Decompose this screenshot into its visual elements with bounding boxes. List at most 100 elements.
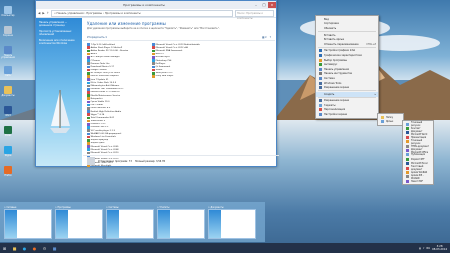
program-name: WinDjView 2.0.2 <box>155 72 173 75</box>
sidebar-link-home[interactable]: Панель управления — домашняя страница <box>39 21 79 27</box>
programs-toolbar: Упорядочить ▾ ▦ ▾ ? <box>83 34 275 41</box>
program-name: AIMP3 <box>90 53 97 56</box>
program-name: Punto Switcher 4.0 <box>90 107 111 110</box>
program-name: Realtek High Definition Audio <box>90 110 122 113</box>
context-menu-item[interactable]: Обновить <box>316 26 378 31</box>
page-subtitle: Для удаления программы выберите ее в спи… <box>87 27 220 30</box>
browser-icon[interactable]: ● <box>20 244 29 252</box>
context-menu-item[interactable]: Разрешение экрана <box>316 85 378 90</box>
sidebar-link-features[interactable]: Включение или отключение компонентов Win… <box>39 39 79 45</box>
menu-item-icon <box>406 179 409 183</box>
program-name: ATI Catalyst Install Manager <box>90 56 120 59</box>
view-options-icon[interactable]: ▦ ▾ <box>262 36 267 39</box>
trash-icon <box>4 26 12 34</box>
menu-item-icon <box>319 72 322 76</box>
desktop-icon-firefox[interactable]: Firefox <box>2 166 14 182</box>
menu-item-label: Настройки графики Intel <box>324 49 356 53</box>
thumbnail[interactable]: ▫ Системы <box>106 205 154 239</box>
forward-icon[interactable]: ▶ <box>42 11 44 15</box>
thumbnail[interactable]: ▫ Документы <box>208 205 256 239</box>
minimize-button[interactable]: – <box>252 2 260 8</box>
help-icon[interactable]: ? <box>270 36 271 39</box>
menu-item-icon <box>381 120 384 124</box>
menu-item-icon <box>406 162 409 166</box>
sidebar-link-updates[interactable]: Просмотр установленных обновлений <box>39 30 79 36</box>
desktop-icon-computer[interactable]: Компьютер <box>1 6 15 22</box>
up-icon[interactable]: ↑ <box>47 11 50 15</box>
menu-item-icon <box>319 113 322 117</box>
menu-item-icon <box>319 49 322 53</box>
menu-item-icon <box>319 93 322 96</box>
context-menu-item[interactable]: Настройки экрана <box>316 112 378 117</box>
menu-item-label: Публикация <box>411 153 425 157</box>
window-thumbnails: ▫ Сетевые ▫ Программы ▫ Системы ▫ Утилиты ▫ Д… <box>0 202 265 242</box>
menu-item-label: Создать <box>324 92 335 96</box>
desktop-icon-documents[interactable]: Документы <box>1 86 15 102</box>
thumbnail[interactable]: ▫ Сетевые <box>4 205 52 239</box>
back-icon[interactable]: ◀ <box>38 11 40 15</box>
program-name: Skype™ 6.14 <box>90 113 105 116</box>
maximize-button[interactable]: □ <box>260 2 268 8</box>
programs-column-1: 7-Zip 9.20 (x64 edition) Adobe Flash Play… <box>87 43 149 168</box>
menu-item-label: Система <box>324 76 335 80</box>
program-row[interactable]: Unity Web Player <box>152 75 214 78</box>
desktop-icon-network[interactable]: Сеть <box>2 66 14 82</box>
window-sidebar: Панель управления — домашняя страница Пр… <box>36 18 82 166</box>
control-panel-taskbar-icon[interactable]: ■ <box>50 244 59 252</box>
program-name: Microsoft XNA Framework <box>155 49 183 52</box>
media-icon[interactable]: ● <box>30 244 39 252</box>
menu-item-label: Пакет PDF <box>411 179 423 183</box>
network-icon <box>4 66 12 74</box>
program-name: Google Chrome <box>90 69 107 72</box>
program-name: Total Commander 8.01 <box>90 116 115 119</box>
context-menu-item[interactable]: Отменить переименование CTRL+Z <box>316 42 378 47</box>
menu-item-label: Вставить <box>324 33 336 37</box>
program-name: Unlocker 1.9.2 <box>90 123 106 126</box>
program-name: Nero 12 <box>155 53 164 56</box>
program-name: Adobe Reader XI (11.0.06) - Russian <box>90 49 129 52</box>
desktop-icon-word[interactable]: Word <box>2 106 14 122</box>
menu-item-icon <box>406 122 409 126</box>
menu-item-icon <box>319 22 322 25</box>
program-name: Microsoft Visual C++ 2010 <box>90 151 119 154</box>
desktop-icon-control-panel[interactable]: Панель управления <box>1 46 15 62</box>
clock[interactable]: 3:28 08.03.2014 <box>432 245 447 251</box>
thumbnail[interactable]: ▫ Утилиты <box>157 205 205 239</box>
explorer-icon[interactable]: ■ <box>10 244 19 252</box>
window-titlebar[interactable]: Программы и компоненты – □ × <box>36 1 276 9</box>
word-icon <box>4 106 12 114</box>
program-name: Photoshop CS6 <box>155 59 172 62</box>
menu-item-icon <box>319 34 322 37</box>
program-name: Adobe Flash Player 12 ActiveX <box>90 46 123 49</box>
menu-item-icon <box>319 76 322 80</box>
desktop-context-menu: Вид Сортировка Обновить Вставить Вставить яр… <box>315 15 379 119</box>
desktop-icon-excel[interactable]: Excel <box>2 126 14 142</box>
language-indicator[interactable]: RU <box>426 247 430 250</box>
close-button[interactable]: × <box>268 2 276 8</box>
excel-icon <box>4 126 12 134</box>
menu-item-icon <box>319 58 322 62</box>
program-name: Mozilla Firefox 27.0 (x86 ru) <box>90 91 120 94</box>
network-tray-icon[interactable]: ▮ <box>419 247 420 250</box>
start-button[interactable]: ⊞ <box>0 244 9 252</box>
search-input[interactable]: Поиск: Программы и компоненты <box>235 9 274 20</box>
context-menu-item[interactable]: Создать ▸ <box>316 91 378 97</box>
submenu-item[interactable]: Ярлык <box>378 119 403 124</box>
desktop-icon-skype[interactable]: Skype <box>2 146 14 162</box>
settings-icon[interactable]: ⚙ <box>40 244 49 252</box>
program-name: Uninstall Tool 3.3 <box>90 126 109 129</box>
status-bar: Установлено программ: 73 Полный размер: … <box>83 155 279 166</box>
programs-list: 7-Zip 9.20 (x64 edition) Adobe Flash Play… <box>83 41 275 169</box>
thumbnail[interactable]: ▫ Программы <box>55 205 103 239</box>
new-document-submenu: Точечный рисунок Контакт Документ Microsof… <box>402 120 434 186</box>
breadcrumb[interactable]: « Панель управления › Программы › Програ… <box>51 9 233 17</box>
program-icon <box>152 75 155 78</box>
menu-item-icon <box>319 99 322 103</box>
menu-item-label: Формат RTF <box>411 157 425 161</box>
menu-item-label: Windows Tools <box>324 81 342 85</box>
menu-item-label: Панель управления <box>324 67 349 71</box>
organize-button[interactable]: Упорядочить ▾ <box>87 36 107 39</box>
volume-icon[interactable]: ♪ <box>423 247 425 250</box>
menu-item-icon <box>319 103 322 107</box>
desktop-icon-trash[interactable]: Корзина <box>2 26 14 42</box>
